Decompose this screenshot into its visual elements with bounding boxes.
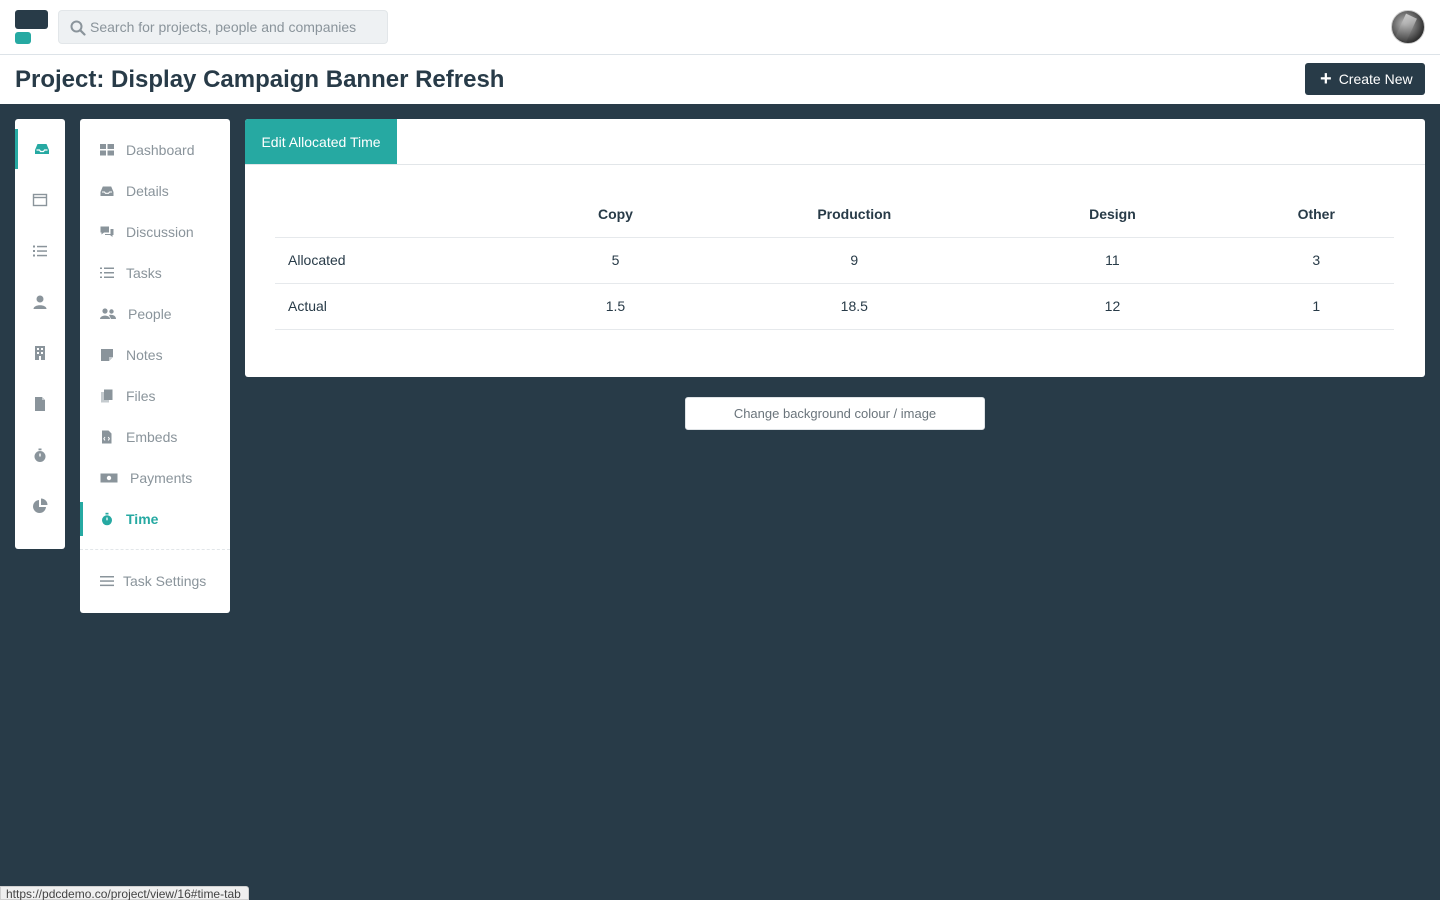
inbox-icon: [34, 144, 49, 154]
rail-item-user[interactable]: [15, 282, 65, 322]
column-header-other: Other: [1238, 191, 1394, 238]
column-header: [275, 191, 509, 238]
status-bar-url: https://pdcdemo.co/project/view/16#time-…: [0, 886, 249, 900]
row-label: Actual: [275, 283, 509, 330]
table-cell: 9: [722, 237, 987, 284]
column-header-copy: Copy: [508, 191, 723, 238]
change-background-button[interactable]: Change background colour / image: [685, 397, 985, 430]
panel-tabbar: Edit Allocated Time: [245, 119, 1425, 165]
subnav-item-details[interactable]: Details: [80, 174, 230, 208]
subnav-divider: [80, 549, 230, 550]
pie-chart-icon: [33, 498, 48, 513]
column-header-design: Design: [986, 191, 1239, 238]
user-icon: [33, 295, 47, 309]
inbox-icon: [100, 186, 114, 196]
project-subnav: Dashboard Details Discussion Tasks Peopl…: [80, 119, 230, 613]
rail-item-list[interactable]: [15, 231, 65, 271]
subnav-item-files[interactable]: Files: [80, 379, 230, 413]
table-cell: 18.5: [722, 283, 987, 330]
rail-item-file[interactable]: [15, 384, 65, 424]
rail-item-calendar[interactable]: [15, 180, 65, 220]
subnav-item-tasks[interactable]: Tasks: [80, 256, 230, 290]
app-logo[interactable]: [15, 10, 48, 44]
search-icon: [70, 20, 86, 36]
subnav-item-notes[interactable]: Notes: [80, 338, 230, 372]
subnav-item-time[interactable]: Time: [80, 502, 230, 536]
rail-item-reports[interactable]: [15, 486, 65, 526]
table-cell: 11: [986, 237, 1239, 284]
people-icon: [100, 308, 116, 319]
comments-icon: [100, 226, 114, 237]
title-bar: Project: Display Campaign Banner Refresh…: [0, 55, 1440, 104]
subnav-label: Discussion: [126, 224, 194, 240]
column-header-production: Production: [722, 191, 987, 238]
tasks-icon: [100, 267, 114, 278]
create-new-label: Create New: [1338, 71, 1413, 87]
money-icon: [100, 473, 118, 483]
subnav-item-discussion[interactable]: Discussion: [80, 215, 230, 249]
table-row: Actual 1.5 18.5 12 1: [275, 283, 1394, 330]
subnav-item-people[interactable]: People: [80, 297, 230, 331]
top-bar: [0, 0, 1440, 55]
rail-item-time[interactable]: [15, 435, 65, 475]
search-input[interactable]: [90, 11, 380, 43]
calendar-icon: [32, 193, 48, 207]
search-box[interactable]: [58, 10, 388, 44]
table-cell: 5: [508, 237, 723, 284]
stopwatch-icon: [34, 448, 46, 462]
subnav-label: Files: [126, 388, 156, 404]
table-cell: 12: [986, 283, 1239, 330]
subnav-item-embeds[interactable]: Embeds: [80, 420, 230, 454]
menu-icon: [100, 576, 114, 587]
task-settings-link[interactable]: Task Settings: [80, 564, 230, 598]
subnav-item-payments[interactable]: Payments: [80, 461, 230, 495]
time-panel: Edit Allocated Time Copy Production Desi…: [245, 119, 1425, 377]
dashboard-icon: [100, 144, 114, 156]
subnav-item-dashboard[interactable]: Dashboard: [80, 133, 230, 167]
table-cell: 3: [1238, 237, 1394, 284]
table-cell: 1: [1238, 283, 1394, 330]
table-row: Allocated 5 9 11 3: [275, 237, 1394, 284]
tab-edit-allocated-time[interactable]: Edit Allocated Time: [245, 119, 397, 164]
subnav-label: People: [128, 306, 172, 322]
subnav-label: Tasks: [126, 265, 162, 281]
user-avatar[interactable]: [1391, 10, 1425, 44]
code-file-icon: [102, 430, 112, 444]
file-icon: [35, 397, 45, 411]
plus-icon: +: [1320, 68, 1332, 90]
subnav-label: Embeds: [126, 429, 178, 445]
subnav-label: Payments: [130, 470, 193, 486]
create-new-button[interactable]: + Create New: [1305, 63, 1425, 95]
row-label: Allocated: [275, 237, 509, 284]
table-cell: 1.5: [508, 283, 723, 330]
rail-item-building[interactable]: [15, 333, 65, 373]
list-icon: [33, 245, 47, 257]
stopwatch-icon: [102, 512, 112, 526]
note-icon: [101, 349, 113, 361]
building-icon: [35, 346, 45, 360]
subnav-label: Dashboard: [126, 142, 195, 158]
subnav-label: Time: [126, 511, 159, 527]
page-title: Project: Display Campaign Banner Refresh: [15, 66, 505, 93]
icon-rail: [15, 119, 65, 549]
task-settings-label: Task Settings: [123, 573, 207, 589]
table-header-row: Copy Production Design Other: [275, 191, 1394, 238]
files-icon: [101, 389, 113, 403]
time-table: Copy Production Design Other Allocated 5…: [275, 191, 1394, 330]
subnav-label: Notes: [126, 347, 163, 363]
subnav-label: Details: [126, 183, 169, 199]
rail-item-inbox[interactable]: [15, 129, 65, 169]
